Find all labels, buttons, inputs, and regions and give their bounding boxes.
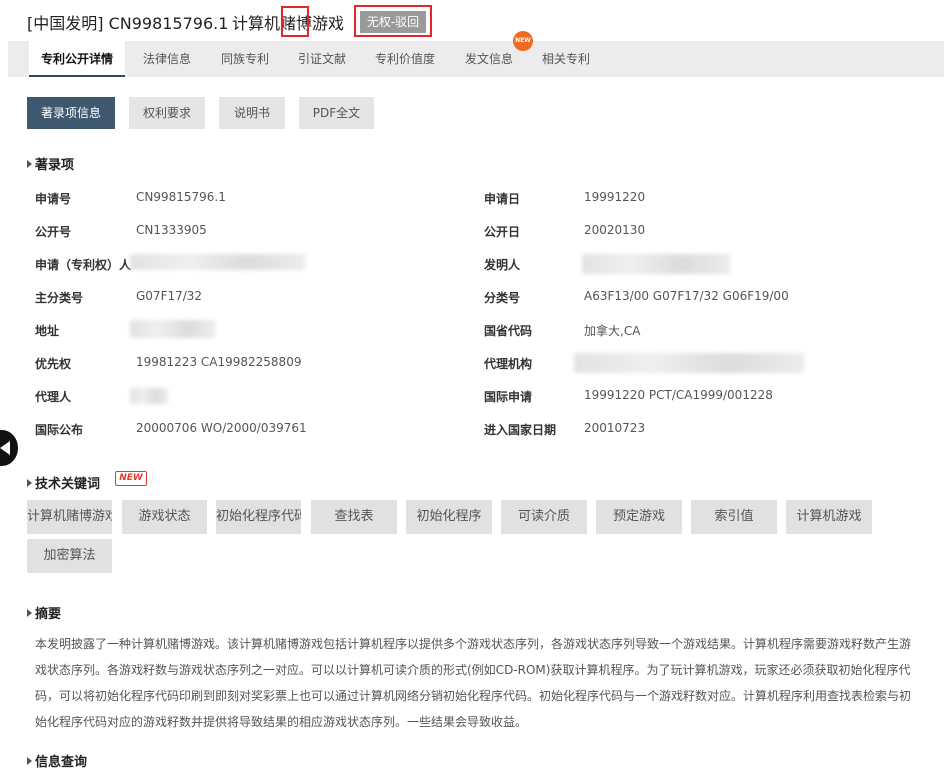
keyword-chip[interactable]: 加密算法: [27, 539, 112, 573]
tab-patent-value[interactable]: 专利价值度: [375, 41, 435, 77]
application-date-value: 19991220: [584, 190, 646, 204]
applicant-label: 申请（专利权）人: [35, 258, 132, 272]
tab-publication-info[interactable]: 发文信息: [465, 41, 513, 77]
priority-label: 优先权: [35, 357, 72, 371]
abstract-section-title: 摘要: [27, 603, 61, 622]
expand-triangle-icon: [27, 479, 32, 487]
tab-legal-info[interactable]: 法律信息: [143, 41, 191, 77]
publication-date-label: 公开日: [484, 225, 521, 239]
intl-application-value: 19991220 PCT/CA1999/001228: [584, 388, 773, 402]
title-highlight-box: [281, 6, 309, 37]
bibliographic-button[interactable]: 著录项信息: [27, 97, 115, 129]
application-no-value: CN99815796.1: [136, 190, 226, 204]
national-entry-date-value: 20010723: [584, 421, 646, 435]
intl-publication-label: 国际公布: [35, 423, 84, 437]
expand-triangle-icon: [27, 160, 32, 168]
intl-publication-value: 20000706 WO/2000/039761: [136, 421, 307, 435]
keyword-chip[interactable]: 计算机赌博游戏: [27, 500, 112, 534]
keyword-chip[interactable]: 索引值: [691, 500, 777, 534]
national-entry-date-label: 进入国家日期: [484, 423, 557, 437]
main-class-label: 主分类号: [35, 291, 84, 305]
collapse-arrow-icon[interactable]: [0, 430, 18, 466]
intl-application-label: 国际申请: [484, 390, 533, 404]
classification-value: A63F13/00 G07F17/32 G06F19/00: [584, 289, 789, 303]
tab-patent-details[interactable]: 专利公开详情: [29, 41, 126, 77]
country-code-value: 加拿大,CA: [584, 324, 641, 338]
keywords-section-title: 技术关键词: [27, 473, 100, 492]
application-no-label: 申请号: [35, 192, 72, 206]
agency-label: 代理机构: [484, 357, 533, 371]
inventor-redacted: [582, 254, 730, 274]
tab-bar: 专利公开详情 法律信息 同族专利 引证文献 专利价值度 发文信息 NEW 相关专…: [8, 31, 944, 77]
bibliographic-section-title: 著录项: [27, 154, 74, 173]
keyword-chip[interactable]: 初始化程序: [406, 500, 492, 534]
address-label: 地址: [35, 324, 60, 338]
address-redacted: [130, 320, 215, 338]
tab-related-patents[interactable]: 相关专利: [542, 41, 590, 77]
publication-no-value: CN1333905: [136, 223, 207, 237]
expand-triangle-icon: [27, 757, 32, 765]
agent-redacted: [130, 388, 168, 404]
info-query-section-title: 信息查询: [27, 751, 87, 770]
status-badge: 无权-驳回: [360, 11, 426, 33]
title-bar: [中国发明] CN99815796.1 计算机赌博游戏 无权-驳回: [0, 0, 944, 40]
country-code-label: 国省代码: [484, 324, 533, 338]
abstract-text: 本发明披露了一种计算机赌博游戏。该计算机赌博游戏包括计算机程序以提供多个游戏状态…: [35, 637, 912, 729]
keywords-new-tag: NEW: [115, 471, 147, 486]
tab-citations[interactable]: 引证文献: [298, 41, 346, 77]
pdf-button[interactable]: PDF全文: [299, 97, 374, 129]
expand-triangle-icon: [27, 609, 32, 617]
keyword-chip[interactable]: 可读介质: [501, 500, 587, 534]
applicant-redacted: [130, 254, 305, 270]
new-badge-icon: NEW: [513, 31, 533, 51]
main-class-value: G07F17/32: [136, 289, 203, 303]
tab-family-patents[interactable]: 同族专利: [221, 41, 269, 77]
keyword-chip[interactable]: 查找表: [311, 500, 397, 534]
classification-label: 分类号: [484, 291, 521, 305]
claims-button[interactable]: 权利要求: [129, 97, 205, 129]
keyword-chip[interactable]: 计算机游戏: [786, 500, 872, 534]
description-button[interactable]: 说明书: [219, 97, 285, 129]
keyword-chip[interactable]: 预定游戏: [596, 500, 682, 534]
publication-date-value: 20020130: [584, 223, 646, 237]
agent-label: 代理人: [35, 390, 72, 404]
publication-no-label: 公开号: [35, 225, 72, 239]
keyword-chip[interactable]: 初始化程序代码: [216, 500, 301, 534]
inventor-label: 发明人: [484, 258, 521, 272]
agency-redacted: [574, 353, 804, 373]
patent-number: [中国发明] CN99815796.1: [27, 14, 229, 33]
priority-value: 19981223 CA19982258809: [136, 355, 302, 369]
keyword-chip[interactable]: 游戏状态: [122, 500, 207, 534]
application-date-label: 申请日: [484, 192, 521, 206]
